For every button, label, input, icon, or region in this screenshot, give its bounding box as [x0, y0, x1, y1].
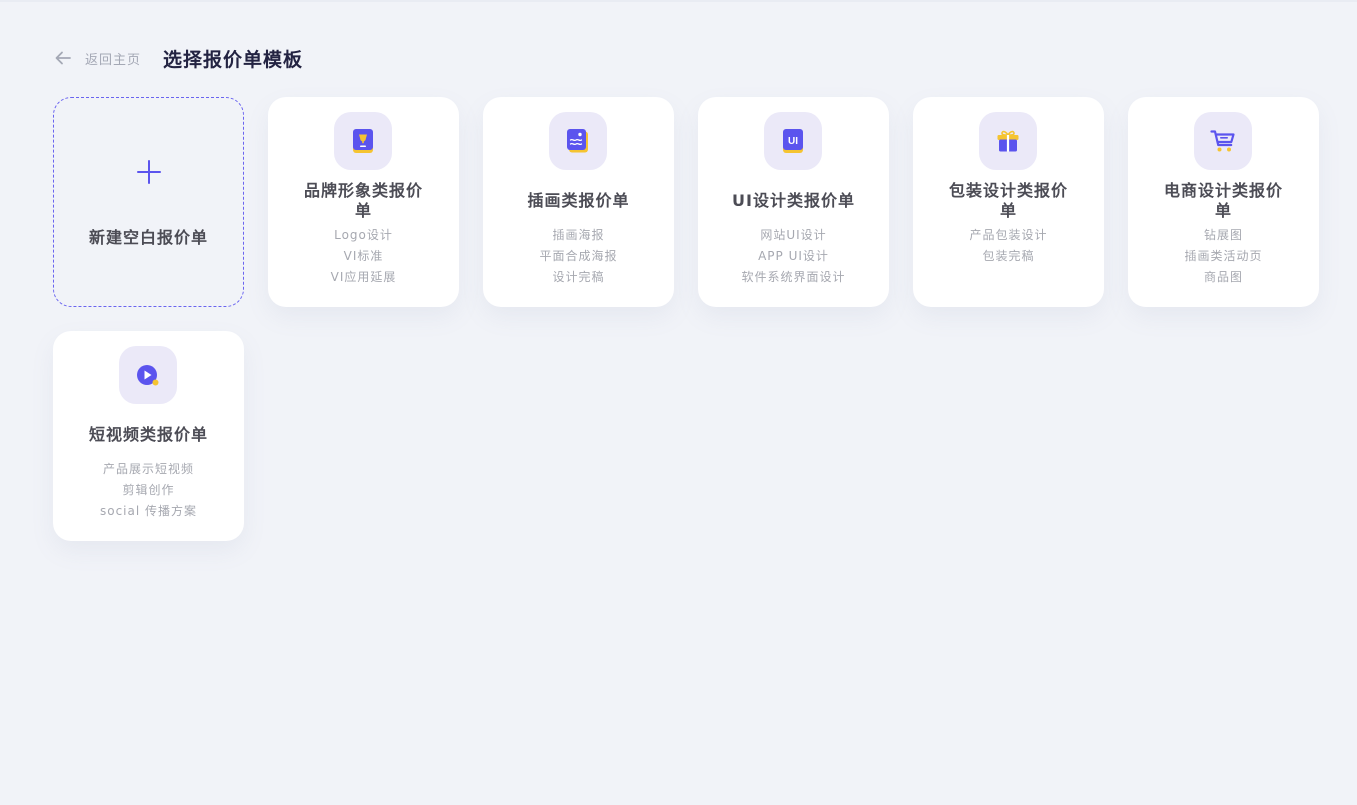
template-item: 平面合成海报 — [539, 249, 618, 263]
template-item: VI标准 — [343, 249, 384, 263]
template-title: 品牌形象类报价单 — [303, 181, 423, 220]
template-item: APP UI设计 — [758, 249, 829, 263]
template-card-packaging[interactable]: 包装设计类报价单 产品包装设计 包装完稿 — [913, 97, 1104, 307]
page-header: 返回主页 选择报价单模板 — [53, 44, 303, 72]
template-item: Logo设计 — [334, 228, 393, 242]
template-item: 设计完稿 — [552, 270, 605, 284]
top-divider — [0, 0, 1357, 2]
video-play-icon — [119, 346, 177, 404]
template-items: Logo设计 VI标准 VI应用延展 — [268, 225, 459, 288]
template-item: 插画海报 — [552, 228, 605, 242]
shopping-cart-icon — [1194, 112, 1252, 170]
template-items: 产品展示短视频 剪辑创作 social 传播方案 — [53, 459, 244, 522]
template-item: 产品包装设计 — [969, 228, 1048, 242]
gift-icon — [979, 112, 1037, 170]
back-to-home-link[interactable]: 返回主页 — [53, 48, 141, 68]
ui-book-icon: UI — [764, 112, 822, 170]
template-items: 产品包装设计 包装完稿 — [913, 225, 1104, 267]
template-card-ui[interactable]: UI UI设计类报价单 网站UI设计 APP UI设计 软件系统界面设计 — [698, 97, 889, 307]
template-card-brand[interactable]: 品牌形象类报价单 Logo设计 VI标准 VI应用延展 — [268, 97, 459, 307]
arrow-left-icon — [53, 48, 73, 68]
page-title: 选择报价单模板 — [163, 48, 304, 71]
template-card-illustration[interactable]: 插画类报价单 插画海报 平面合成海报 设计完稿 — [483, 97, 674, 307]
template-card-ecommerce[interactable]: 电商设计类报价单 钻展图 插画类活动页 商品图 — [1128, 97, 1319, 307]
brand-book-icon — [334, 112, 392, 170]
template-item: 剪辑创作 — [122, 483, 175, 497]
template-item: VI应用延展 — [330, 270, 397, 284]
template-item: social 传播方案 — [99, 504, 198, 518]
ui-icon-text: UI — [788, 136, 798, 147]
template-title: 插画类报价单 — [527, 191, 630, 210]
template-title: 电商设计类报价单 — [1163, 181, 1283, 220]
new-blank-quote-card[interactable]: 新建空白报价单 — [53, 97, 244, 307]
template-item: 钻展图 — [1203, 228, 1243, 242]
template-item: 商品图 — [1203, 270, 1243, 284]
template-items: 插画海报 平面合成海报 设计完稿 — [483, 225, 674, 288]
template-items: 网站UI设计 APP UI设计 软件系统界面设计 — [698, 225, 889, 288]
illustration-icon — [549, 112, 607, 170]
template-item: 产品展示短视频 — [102, 462, 194, 476]
template-card-short-video[interactable]: 短视频类报价单 产品展示短视频 剪辑创作 social 传播方案 — [53, 331, 244, 541]
template-item: 插画类活动页 — [1184, 249, 1263, 263]
back-label: 返回主页 — [85, 52, 142, 68]
template-title: UI设计类报价单 — [732, 191, 855, 210]
template-item: 包装完稿 — [982, 249, 1035, 263]
template-title: 短视频类报价单 — [88, 425, 208, 444]
template-title: 包装设计类报价单 — [948, 181, 1068, 220]
new-blank-quote-label: 新建空白报价单 — [88, 228, 208, 247]
template-items: 钻展图 插画类活动页 商品图 — [1128, 225, 1319, 288]
plus-icon — [137, 160, 161, 184]
template-item: 软件系统界面设计 — [741, 270, 846, 284]
template-item: 网站UI设计 — [760, 228, 827, 242]
